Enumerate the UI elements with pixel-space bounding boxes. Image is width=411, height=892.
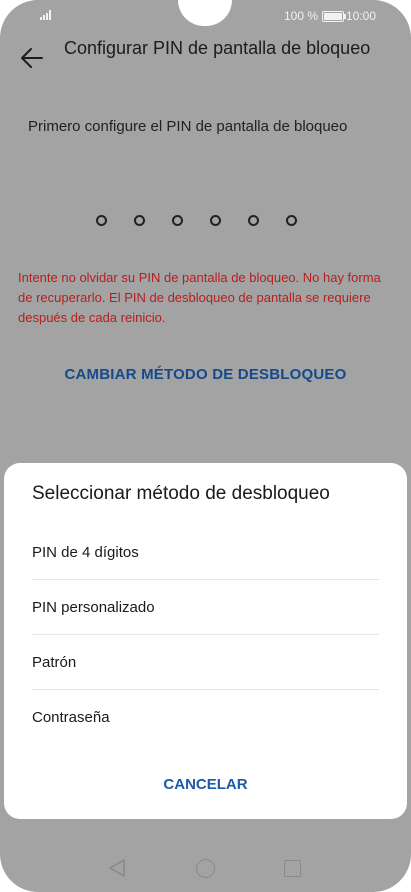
warning-text: Intente no olvidar su PIN de pantalla de… [18, 270, 381, 325]
nav-back-icon[interactable] [108, 858, 126, 878]
sheet-title: Seleccionar método de desbloqueo [32, 483, 330, 504]
phone-screen: 100 % 10:00 Configurar PIN de pantalla d… [0, 0, 411, 892]
pin-entry-dots [96, 215, 297, 226]
pin-dot [210, 215, 221, 226]
nav-home-icon[interactable] [196, 859, 215, 878]
pin-dot [248, 215, 259, 226]
option-pattern[interactable]: Patrón [32, 635, 379, 690]
pin-dot [96, 215, 107, 226]
pin-dot [134, 215, 145, 226]
arrow-left-icon[interactable] [18, 44, 46, 72]
navigation-bar [0, 840, 411, 892]
option-password[interactable]: Contraseña [32, 690, 379, 745]
option-custom-pin[interactable]: PIN personalizado [32, 580, 379, 635]
page-title: Configurar PIN de pantalla de bloqueo [64, 38, 371, 58]
nav-recent-icon[interactable] [284, 860, 301, 877]
status-time: 10:00 [346, 9, 377, 23]
cancel-button[interactable]: CANCELAR [4, 776, 407, 793]
signal-icon [40, 10, 54, 20]
change-unlock-method-button[interactable]: CAMBIAR MÉTODO DE DESBLOQUEO [0, 366, 411, 383]
battery-icon [322, 10, 347, 22]
option-pin-4-digits[interactable]: PIN de 4 dígitos [32, 525, 379, 580]
instruction-text: Primero configure el PIN de pantalla de … [28, 118, 348, 135]
pin-dot [286, 215, 297, 226]
camera-notch [178, 0, 232, 26]
unlock-method-sheet: Seleccionar método de desbloqueo PIN de … [4, 463, 407, 819]
battery-status: 100 % [284, 9, 347, 23]
battery-percentage: 100 % [284, 9, 319, 23]
status-bar: 100 % 10:00 [0, 0, 411, 32]
pin-dot [172, 215, 183, 226]
